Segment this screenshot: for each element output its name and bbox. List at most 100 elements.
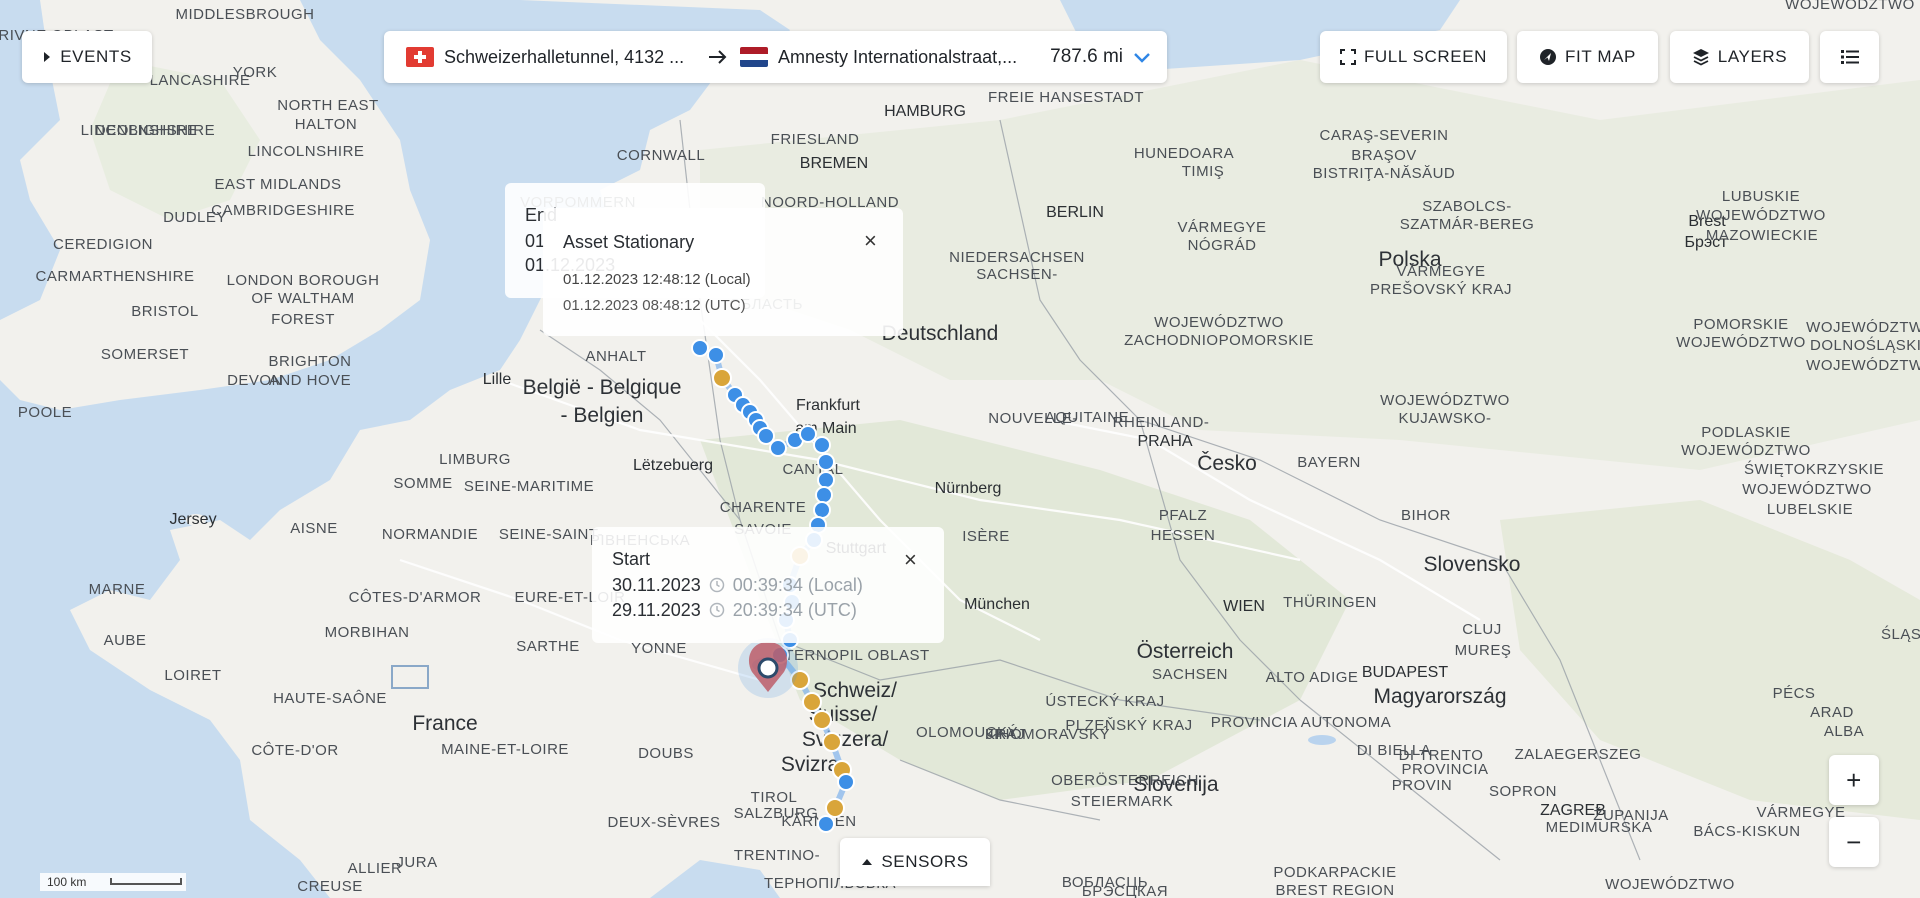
fit-map-button[interactable]: FIT MAP (1517, 31, 1658, 83)
map-label-region: LINCOLNSHIRE (248, 143, 365, 160)
map-label-region: PREŠOVSKÝ KRAJ (1370, 281, 1512, 298)
map-label-country: België - Belgique (523, 376, 682, 399)
map-label-region: SZABOLCS- (1422, 198, 1512, 215)
route-distance: 787.6 mi (1050, 46, 1123, 67)
events-button[interactable]: EVENTS (22, 31, 152, 83)
track-point[interactable] (815, 486, 833, 504)
map-label-country: Česko (1197, 452, 1257, 475)
map-label-region: DOUBS (638, 745, 694, 762)
full-screen-label: FULL SCREEN (1363, 47, 1488, 66)
map-label-region: BAYERN (1297, 454, 1361, 471)
map-label-region: LUBELSKIE (1767, 501, 1853, 518)
zoom-in-label: + (1846, 764, 1862, 795)
route-summary-bar[interactable]: Schweizerhalletunnel, 4132 ... Amnesty I… (384, 31, 1167, 83)
event-marker[interactable] (802, 692, 822, 712)
map-label-region: AISNE (290, 520, 338, 537)
layers-button[interactable]: LAYERS (1670, 31, 1809, 83)
map-canvas[interactable]: DeutschlandBelgië - Belgique- BelgienFra… (0, 0, 1920, 898)
netherlands-flag-icon (740, 47, 768, 67)
track-point[interactable] (817, 815, 835, 833)
map-label-region: KUJAWSKO- (1398, 410, 1491, 427)
map-label-region: LONDON BOROUGH (227, 272, 380, 289)
map-label-region: BIHOR (1401, 507, 1451, 524)
track-point[interactable] (817, 453, 835, 471)
map-label-region: VÁRMEGYE (1177, 219, 1266, 236)
map-label-region: OF WALTHAM (251, 290, 354, 307)
map-label-region: CARMARTHENSHIRE (36, 268, 195, 285)
map-label-region: NIEDERSACHSEN (949, 249, 1085, 266)
map-label-city: Jersey (169, 511, 216, 528)
full-screen-button[interactable]: FULL SCREEN (1320, 31, 1507, 83)
track-point[interactable] (813, 436, 831, 454)
asset-popup-close-button[interactable]: × (864, 230, 877, 252)
track-point[interactable] (769, 439, 787, 457)
map-label-region: WOJEWÓDZTWO (1676, 334, 1806, 351)
map-label-region: EAST MIDLANDS (214, 176, 341, 193)
map-label-region: DOLNOŚLĄSKIE (1810, 336, 1920, 354)
map-label-region: CLUJ (1462, 621, 1502, 638)
map-label-region: NÓGRÁD (1188, 237, 1257, 254)
map-label-region: MORBIHAN (325, 624, 410, 641)
map-label-region: BREST REGION (1275, 882, 1394, 898)
chevron-down-icon[interactable] (1133, 51, 1151, 63)
map-label-region: OBERÖSTERREICH (1051, 771, 1199, 789)
event-marker[interactable] (812, 710, 832, 730)
map-label-region: WOJEWÓDZTWO (1785, 0, 1915, 13)
clock-icon (709, 577, 725, 593)
scale-bar (110, 878, 182, 885)
clock-icon (709, 602, 725, 618)
map-label-region: CÔTES-D'ARMOR (349, 589, 482, 606)
map-label-region: WOJEWÓDZTWO (1380, 392, 1510, 409)
map-label-region: HAUTE-SAÔNE (273, 690, 387, 707)
map-label-region: DENBIGHSHIRE (95, 122, 215, 139)
navigation-icon (1540, 49, 1557, 65)
sensors-button[interactable]: SENSORS (840, 838, 990, 886)
map-label-region: WOJEWÓDZTWO (1681, 442, 1811, 459)
map-label-region: POMORSKIE (1693, 316, 1788, 333)
map-label-region: MAINE-ET-LOIRE (441, 741, 569, 758)
map-label-region: WOJEWÓDZTWO (1696, 207, 1826, 224)
zoom-in-button[interactable]: + (1829, 755, 1879, 805)
map-label-region: ALTO ADIGE (1266, 669, 1359, 686)
track-point[interactable] (837, 773, 855, 791)
zoom-out-button[interactable]: − (1829, 817, 1879, 867)
route-origin: Schweizerhalletunnel, 4132 ... (444, 46, 685, 67)
map-label-region: THÜRINGEN (1283, 593, 1377, 611)
list-view-button[interactable] (1820, 31, 1879, 83)
event-marker[interactable] (822, 732, 842, 752)
track-point[interactable] (757, 427, 775, 445)
map-label-region: CAMBRIDGESHIRE (211, 202, 355, 219)
map-label-region: PROVINCIA (1401, 761, 1488, 778)
start-local-date: 30.11.2023 (612, 575, 701, 595)
track-point[interactable] (799, 425, 817, 443)
map-label-region: SACHSEN (1152, 666, 1228, 683)
track-point[interactable] (817, 471, 835, 489)
start-marker[interactable] (738, 638, 798, 698)
start-popup-close-button[interactable]: × (904, 549, 917, 571)
swiss-flag-icon (406, 47, 434, 67)
map-label-region: ŽUPANIJA (1593, 807, 1668, 824)
fit-map-label: FIT MAP (1565, 47, 1636, 66)
map-label-region: BRAŞOV (1351, 147, 1417, 164)
map-label-region: NORTH EAST (277, 97, 378, 114)
start-popup-utc-row: 29.11.2023 20:39:34 (UTC) (612, 600, 857, 621)
asset-popup-title: Asset Stationary (563, 232, 695, 252)
map-label-country: France (412, 712, 477, 735)
map-label-region: TIROL (751, 789, 798, 806)
event-marker[interactable] (712, 368, 732, 388)
event-marker[interactable] (825, 798, 845, 818)
map-label-region: CREUSE (297, 878, 363, 895)
map-label-region: FREIE HANSESTADT (988, 89, 1144, 106)
start-popup-local-row: 30.11.2023 00:39:34 (Local) (612, 575, 863, 596)
fullscreen-icon (1339, 49, 1356, 65)
map-label-city: HAMBURG (884, 103, 966, 120)
map-label-region: OLOMOUCKÝ (916, 724, 1018, 741)
map-label-region: DEVON (227, 372, 283, 389)
track-point[interactable] (707, 346, 725, 364)
track-point[interactable] (691, 339, 709, 357)
map-label-region: PROVIN (1392, 777, 1453, 794)
map-label-region: ŚLĄSKIE (1881, 625, 1920, 643)
track-point[interactable] (813, 501, 831, 519)
map-label-region: CHARENTE (720, 499, 807, 516)
map-label-region: JURA (396, 854, 437, 871)
